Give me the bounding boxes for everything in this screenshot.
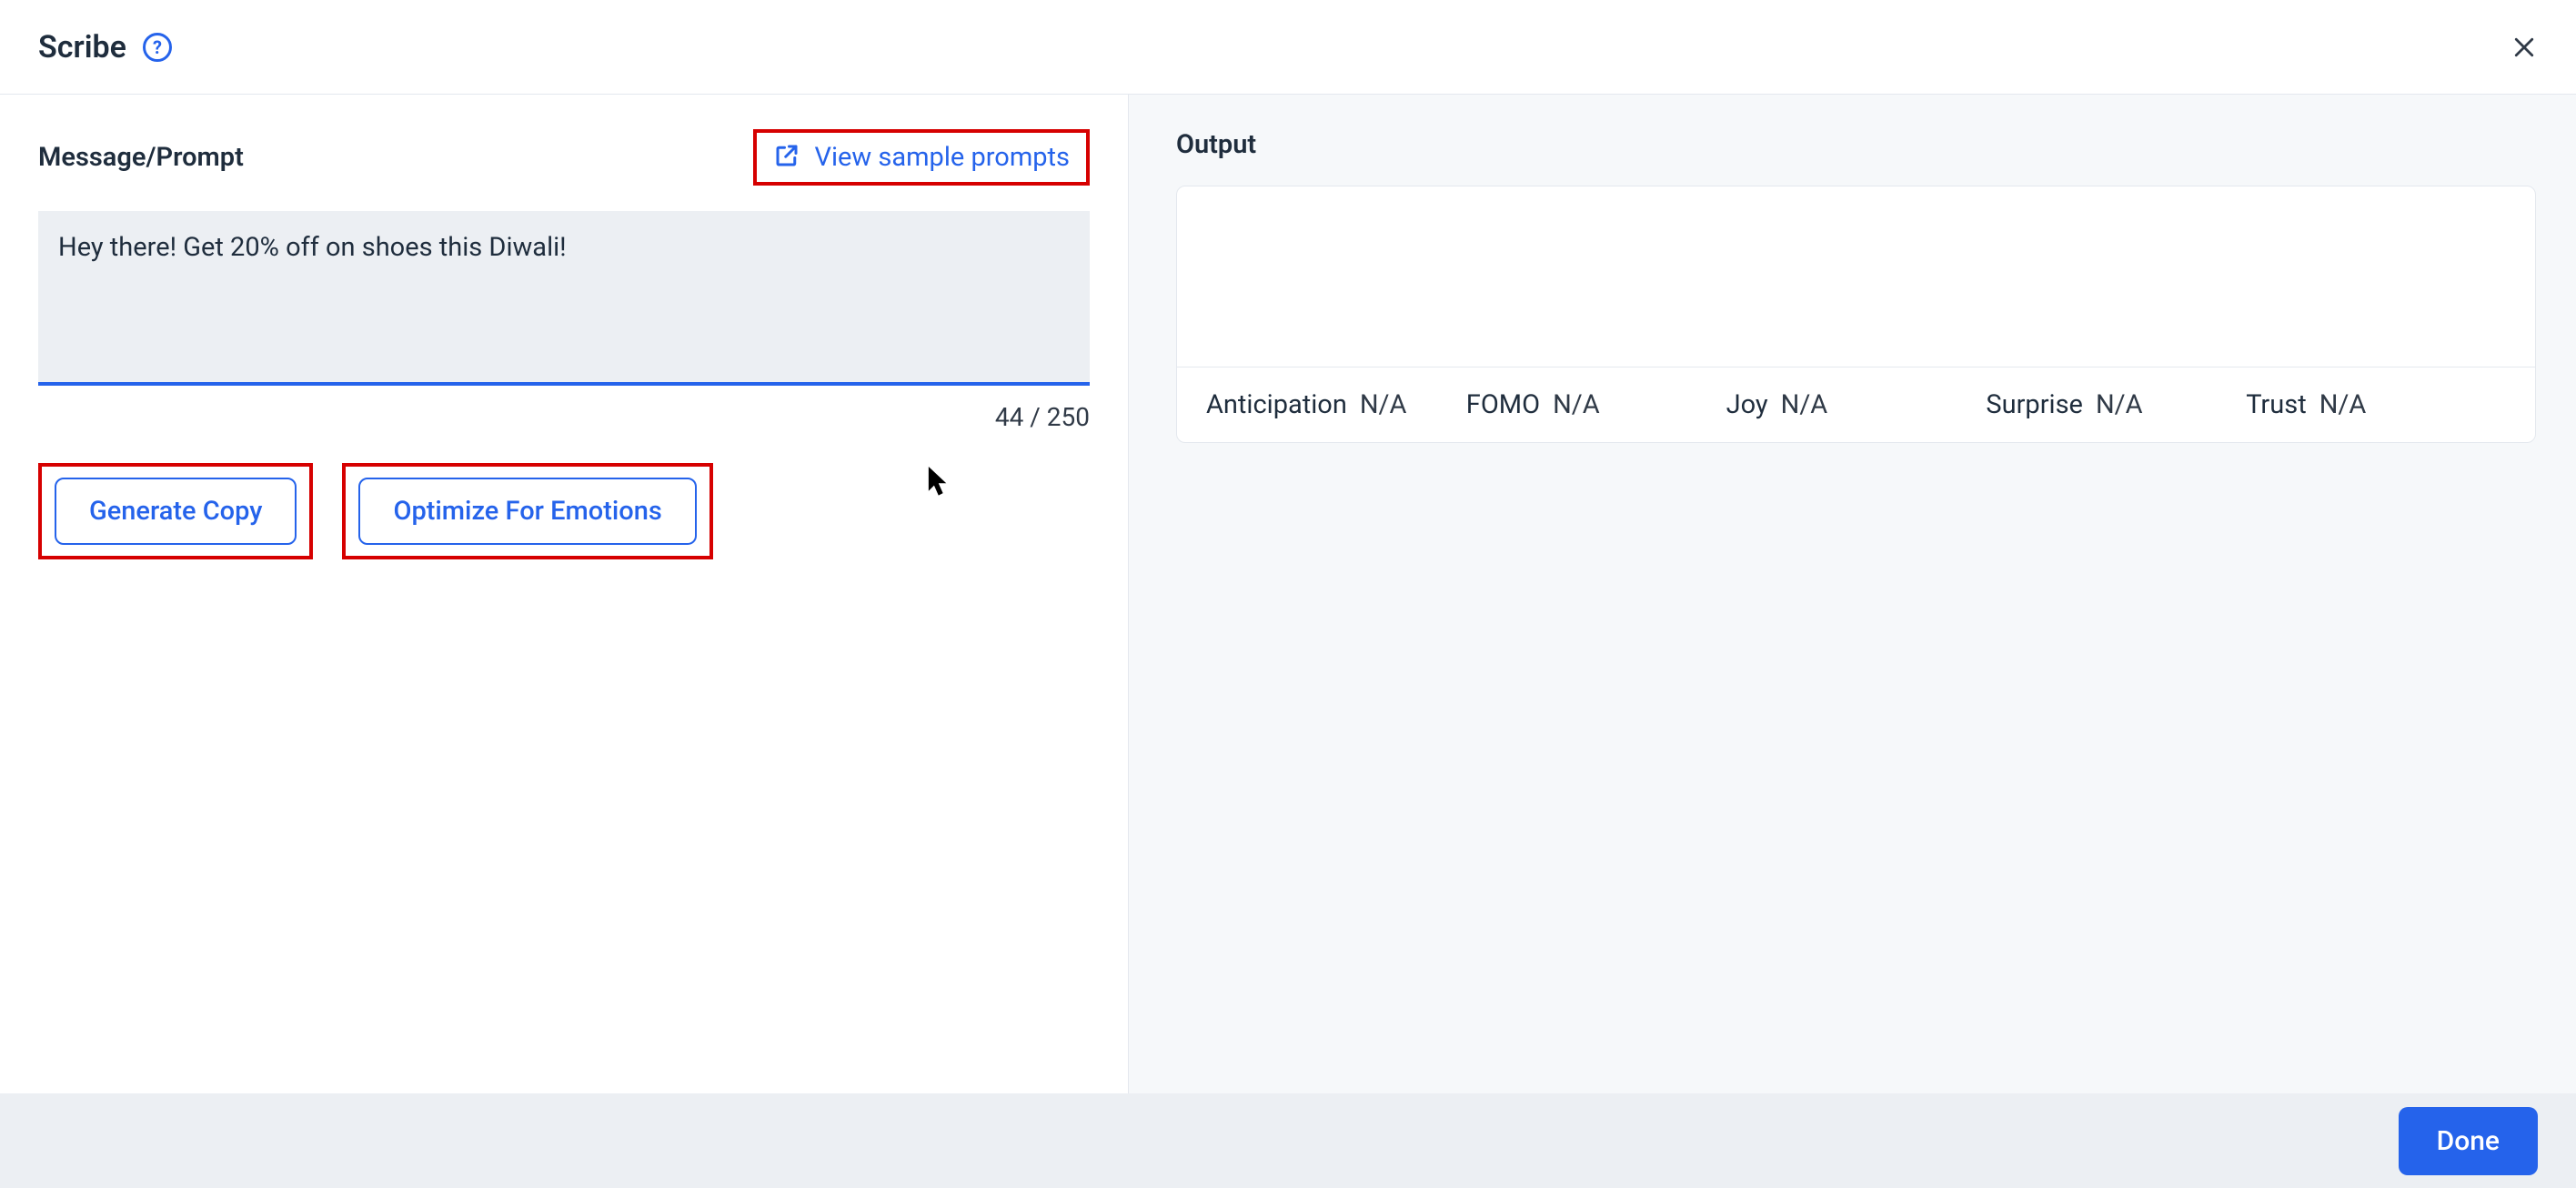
emotion-name: Surprise [1986,389,2083,420]
view-sample-prompts-link[interactable]: View sample prompts [753,129,1091,186]
close-icon[interactable] [2511,34,2538,61]
emotion-trust: Trust N/A [2246,389,2506,420]
emotion-surprise: Surprise N/A [1986,389,2246,420]
optimize-emotions-button[interactable]: Optimize For Emotions [358,478,696,545]
done-button[interactable]: Done [2399,1107,2538,1175]
char-counter: 44 / 250 [38,402,1090,432]
emotion-name: Trust [2246,389,2307,420]
emotion-anticipation: Anticipation N/A [1206,389,1466,420]
action-row: Generate Copy Optimize For Emotions [38,463,1090,559]
external-link-icon [773,142,800,173]
emotion-fomo: FOMO N/A [1466,389,1726,420]
footer-bar: Done [0,1093,2576,1188]
output-box: Anticipation N/A FOMO N/A Joy N/A Surpri… [1176,186,2536,443]
emotion-name: Anticipation [1206,389,1347,420]
emotion-name: Joy [1726,389,1768,420]
help-icon[interactable]: ? [143,33,172,62]
emotion-value: N/A [2319,389,2367,420]
highlight-frame-optimize: Optimize For Emotions [342,463,712,559]
generate-copy-button[interactable]: Generate Copy [55,478,297,545]
title-wrap: Scribe ? [38,29,172,65]
page-title: Scribe [38,29,126,65]
emotion-bar: Anticipation N/A FOMO N/A Joy N/A Surpri… [1177,367,2535,442]
left-pane: Message/Prompt View sample prompts 44 / … [0,95,1128,1093]
view-sample-prompts-label: View sample prompts [815,142,1071,173]
prompt-section-label: Message/Prompt [38,142,244,173]
right-pane: Output Anticipation N/A FOMO N/A Joy N/A… [1128,95,2576,1093]
prompt-input[interactable] [38,211,1090,386]
output-section-label: Output [1176,129,2536,160]
emotion-joy: Joy N/A [1726,389,1987,420]
output-body [1177,186,2535,367]
emotion-value: N/A [1781,389,1828,420]
emotion-value: N/A [2096,389,2143,420]
modal-header: Scribe ? [0,0,2576,95]
highlight-frame-generate: Generate Copy [38,463,313,559]
emotion-value: N/A [1360,389,1407,420]
main-split: Message/Prompt View sample prompts 44 / … [0,95,2576,1093]
left-header: Message/Prompt View sample prompts [38,129,1090,186]
emotion-name: FOMO [1466,389,1540,420]
emotion-value: N/A [1553,389,1600,420]
